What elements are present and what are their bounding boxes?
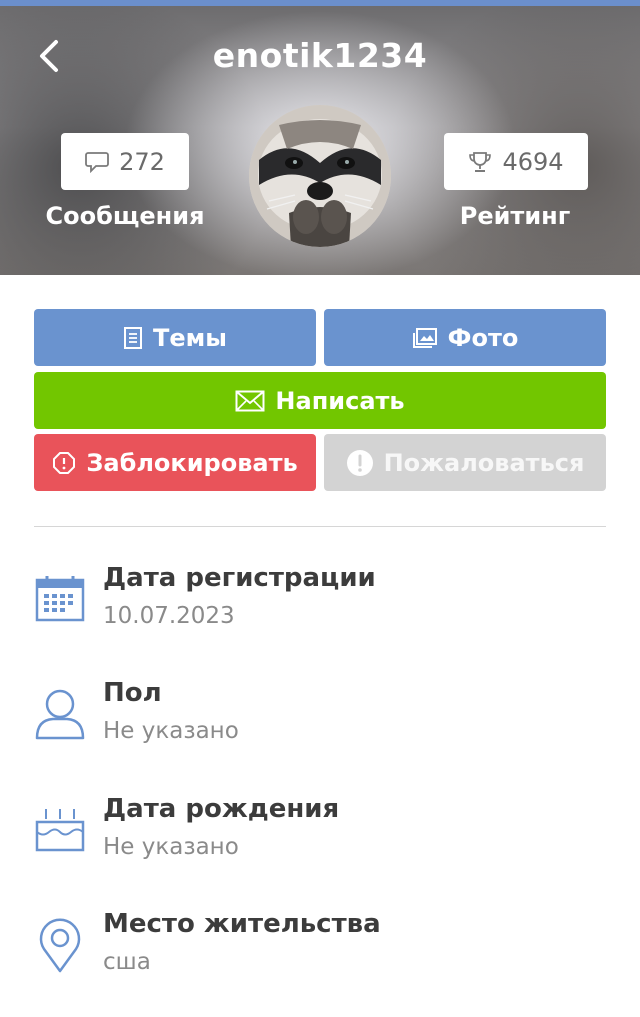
report-label: Пожаловаться	[383, 448, 585, 477]
messages-stat[interactable]: 272	[61, 133, 189, 190]
block-label: Заблокировать	[86, 448, 298, 477]
location-pin-icon	[39, 918, 81, 973]
info-birth-date: Дата рождения Не указано	[0, 794, 640, 894]
info-value: Не указано	[103, 718, 239, 744]
calendar-icon	[35, 576, 85, 622]
envelope-icon	[235, 390, 265, 411]
info-value: сша	[103, 949, 151, 975]
profile-header: enotik1234 272 Сообщения 4694 Рейтинг	[0, 6, 640, 275]
block-button[interactable]: Заблокировать	[34, 434, 316, 491]
info-title: Дата регистрации	[103, 563, 376, 593]
section-divider	[34, 526, 606, 527]
messages-label: Сообщения	[45, 202, 205, 230]
themes-button[interactable]: Темы	[34, 309, 316, 366]
info-title: Место жительства	[103, 909, 381, 939]
info-registration-date: Дата регистрации 10.07.2023	[0, 563, 640, 663]
photo-button[interactable]: Фото	[324, 309, 606, 366]
info-residence: Место жительства сша	[0, 909, 640, 1009]
user-icon	[35, 689, 85, 740]
rating-label: Рейтинг	[459, 202, 571, 230]
rating-stat[interactable]: 4694	[444, 133, 588, 190]
rating-count: 4694	[502, 147, 564, 176]
profile-username: enotik1234	[212, 36, 428, 75]
info-value: 10.07.2023	[103, 603, 235, 629]
exclamation-circle-icon	[346, 449, 373, 476]
themes-label: Темы	[153, 323, 227, 352]
info-gender: Пол Не указано	[0, 678, 640, 778]
photo-label: Фото	[447, 323, 519, 352]
info-value: Не указано	[103, 834, 239, 860]
info-title: Дата рождения	[103, 794, 340, 824]
write-label: Написать	[275, 386, 405, 415]
write-button[interactable]: Написать	[34, 372, 606, 429]
trophy-icon	[469, 151, 492, 172]
messages-count: 272	[119, 147, 165, 176]
info-title: Пол	[103, 678, 162, 708]
document-icon	[124, 326, 143, 349]
chat-bubble-icon	[85, 151, 109, 173]
images-icon	[412, 327, 437, 348]
octagon-warning-icon	[53, 451, 76, 474]
avatar	[249, 105, 391, 247]
birthday-cake-icon	[35, 809, 85, 852]
report-button[interactable]: Пожаловаться	[324, 434, 606, 491]
